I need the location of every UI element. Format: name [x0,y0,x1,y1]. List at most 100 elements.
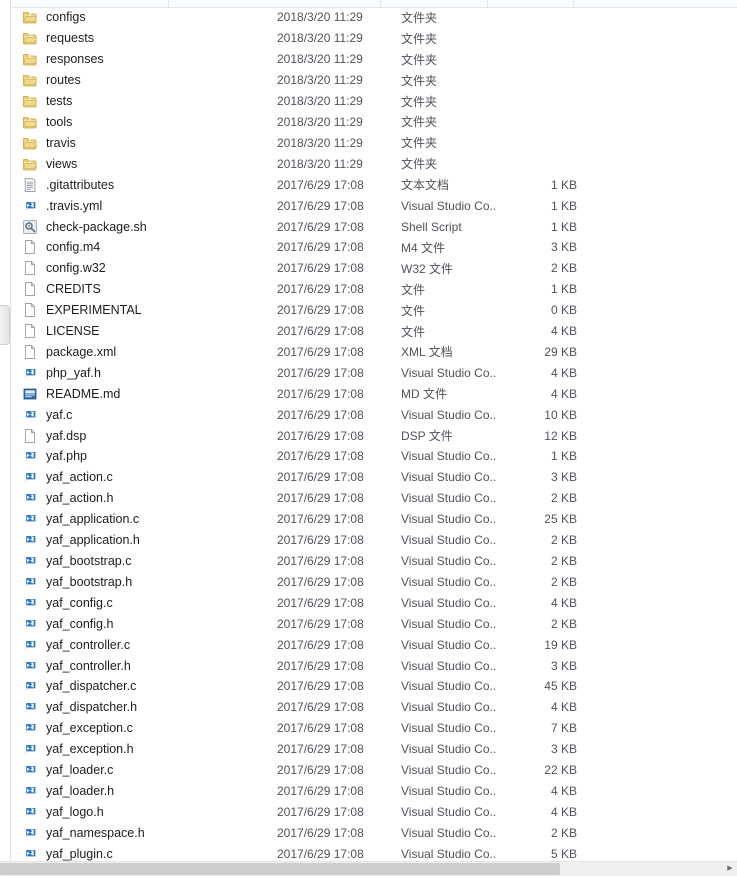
file-row[interactable]: yaf_exception.c 2017/6/29 17:08 Visual Stu… [11,718,737,739]
column-header-date-modified[interactable]: 修改日期 [168,0,380,7]
file-row[interactable]: yaf_action.h 2017/6/29 17:08 Visual Studio… [11,488,737,509]
file-row[interactable]: yaf_config.c 2017/6/29 17:08 Visual Studio… [11,592,737,613]
file-name-cell[interactable]: LICENSE [11,323,277,339]
file-row[interactable]: yaf.php 2017/6/29 17:08 Visual Studio Co..… [11,446,737,467]
horizontal-scrollbar-thumb[interactable] [0,863,560,875]
file-row[interactable]: yaf_action.c 2017/6/29 17:08 Visual Studio… [11,467,737,488]
column-header-type[interactable]: 类型 [380,0,487,7]
file-name-cell[interactable]: yaf_dispatcher.c [11,678,277,694]
file-row[interactable]: routes 2018/3/20 11:29 文件夹 [11,70,737,91]
file-row[interactable]: yaf_controller.c 2017/6/29 17:08 Visual St… [11,634,737,655]
file-name-cell[interactable]: package.xml [11,344,277,360]
file-name-cell[interactable]: yaf_config.c [11,595,277,611]
horizontal-scrollbar[interactable]: ◀ ▶ [0,861,737,876]
file-name-cell[interactable]: EXPERIMENTAL [11,302,277,318]
file-row[interactable]: yaf_application.h 2017/6/29 17:08 Visual S… [11,530,737,551]
file-name-cell[interactable]: views [11,156,277,172]
file-name-cell[interactable]: check-package.sh [11,219,277,235]
blank-file-icon [22,344,38,360]
file-name-cell[interactable]: yaf_namespace.h [11,825,277,841]
file-row[interactable]: EXPERIMENTAL 2017/6/29 17:08 文件 0 KB [11,300,737,321]
file-row[interactable]: yaf.dsp 2017/6/29 17:08 DSP 文件 12 KB [11,425,737,446]
file-name-cell[interactable]: README.md [11,386,277,402]
pane-splitter-handle[interactable] [0,305,10,345]
file-name-cell[interactable]: yaf.php [11,448,277,464]
file-row[interactable]: views 2018/3/20 11:29 文件夹 [11,153,737,174]
file-row[interactable]: tests 2018/3/20 11:29 文件夹 [11,91,737,112]
file-row[interactable]: yaf_bootstrap.c 2017/6/29 17:08 Visual Stu… [11,551,737,572]
file-name-cell[interactable]: responses [11,51,277,67]
file-row[interactable]: config.m4 2017/6/29 17:08 M4 文件 3 KB [11,237,737,258]
file-row[interactable]: config.w32 2017/6/29 17:08 W32 文件 2 KB [11,258,737,279]
file-name-cell[interactable]: yaf_logo.h [11,804,277,820]
file-type: 文件 [401,324,426,339]
file-date-modified: 2017/6/29 17:08 [277,533,364,548]
file-name-cell[interactable]: config.w32 [11,260,277,276]
file-name-cell[interactable]: yaf_application.c [11,511,277,527]
file-name-cell[interactable]: .gitattributes [11,177,277,193]
file-row[interactable]: yaf_logo.h 2017/6/29 17:08 Visual Studio C… [11,801,737,822]
file-name-cell[interactable]: yaf_action.c [11,469,277,485]
file-row[interactable]: yaf_dispatcher.h 2017/6/29 17:08 Visual St… [11,697,737,718]
file-name-cell[interactable]: yaf_config.h [11,616,277,632]
file-row[interactable]: yaf.c 2017/6/29 17:08 Visual Studio Co... 1… [11,404,737,425]
file-name-cell[interactable]: tools [11,114,277,130]
file-row[interactable]: yaf_bootstrap.h 2017/6/29 17:08 Visual Stu… [11,571,737,592]
file-name-cell[interactable]: yaf.dsp [11,428,277,444]
file-row[interactable]: LICENSE 2017/6/29 17:08 文件 4 KB [11,321,737,342]
file-row[interactable]: travis 2018/3/20 11:29 文件夹 [11,132,737,153]
file-row[interactable]: yaf_loader.c 2017/6/29 17:08 Visual Studio… [11,760,737,781]
file-row[interactable]: yaf_loader.h 2017/6/29 17:08 Visual Studio… [11,781,737,802]
file-row[interactable]: yaf_plugin.c 2017/6/29 17:08 Visual Studio… [11,843,737,862]
file-row[interactable]: yaf_controller.h 2017/6/29 17:08 Visual St… [11,655,737,676]
file-name-cell[interactable]: yaf_bootstrap.c [11,553,277,569]
file-row[interactable]: README.md 2017/6/29 17:08 MD 文件 4 KB [11,383,737,404]
file-row[interactable]: yaf_application.c 2017/6/29 17:08 Visual S… [11,509,737,530]
file-name-cell[interactable]: routes [11,72,277,88]
file-name-cell[interactable]: travis [11,135,277,151]
file-row[interactable]: check-package.sh 2017/6/29 17:08 Shell Scr… [11,216,737,237]
file-name-cell[interactable]: yaf_loader.c [11,762,277,778]
file-name-cell[interactable]: config.m4 [11,239,277,255]
file-name-cell[interactable]: yaf_application.h [11,532,277,548]
file-row[interactable]: configs 2018/3/20 11:29 文件夹 [11,7,737,28]
file-row[interactable]: .travis.yml 2017/6/29 17:08 Visual Studio … [11,195,737,216]
file-date-modified: 2017/6/29 17:08 [277,742,364,757]
file-name-cell[interactable]: yaf_action.h [11,490,277,506]
column-header-name[interactable]: 名称 [11,0,168,7]
file-row[interactable]: yaf_exception.h 2017/6/29 17:08 Visual Stu… [11,739,737,760]
file-row[interactable]: yaf_config.h 2017/6/29 17:08 Visual Studio… [11,613,737,634]
file-row[interactable]: yaf_namespace.h 2017/6/29 17:08 Visual Stu… [11,822,737,843]
file-name-cell[interactable]: yaf_exception.h [11,741,277,757]
file-name-cell[interactable]: yaf_exception.c [11,720,277,736]
column-header-size[interactable]: 大小 [487,0,573,7]
file-row[interactable]: tools 2018/3/20 11:29 文件夹 [11,112,737,133]
file-name-cell[interactable]: tests [11,93,277,109]
file-row[interactable]: package.xml 2017/6/29 17:08 XML 文档 29 KB [11,342,737,363]
file-name-cell[interactable]: requests [11,30,277,46]
file-name-cell[interactable]: yaf_dispatcher.h [11,699,277,715]
scroll-right-arrow-icon[interactable]: ▶ [723,862,737,876]
file-row[interactable]: requests 2018/3/20 11:29 文件夹 [11,28,737,49]
file-row[interactable]: php_yaf.h 2017/6/29 17:08 Visual Studio Co… [11,362,737,383]
file-size: 19 KB [544,637,577,652]
file-name-cell[interactable]: yaf_plugin.c [11,846,277,862]
column-header-filler[interactable] [573,0,737,7]
file-list[interactable]: configs 2018/3/20 11:29 文件夹 requests 2018/3/… [11,7,737,862]
file-date-modified: 2017/6/29 17:08 [277,386,364,401]
file-row[interactable]: responses 2018/3/20 11:29 文件夹 [11,49,737,70]
folder-icon [22,30,38,46]
file-name-cell[interactable]: php_yaf.h [11,365,277,381]
file-row[interactable]: yaf_dispatcher.c 2017/6/29 17:08 Visual St… [11,676,737,697]
file-row[interactable]: CREDITS 2017/6/29 17:08 文件 1 KB [11,279,737,300]
file-name-cell[interactable]: yaf_controller.c [11,637,277,653]
file-name-cell[interactable]: yaf_loader.h [11,783,277,799]
file-name-cell[interactable]: yaf.c [11,407,277,423]
file-name-cell[interactable]: yaf_bootstrap.h [11,574,277,590]
file-name-cell[interactable]: .travis.yml [11,198,277,214]
file-name-cell[interactable]: yaf_controller.h [11,658,277,674]
file-size: 25 KB [544,512,577,527]
file-name-cell[interactable]: CREDITS [11,281,277,297]
file-name-cell[interactable]: configs [11,9,277,25]
file-row[interactable]: .gitattributes 2017/6/29 17:08 文本文档 1 KB [11,174,737,195]
